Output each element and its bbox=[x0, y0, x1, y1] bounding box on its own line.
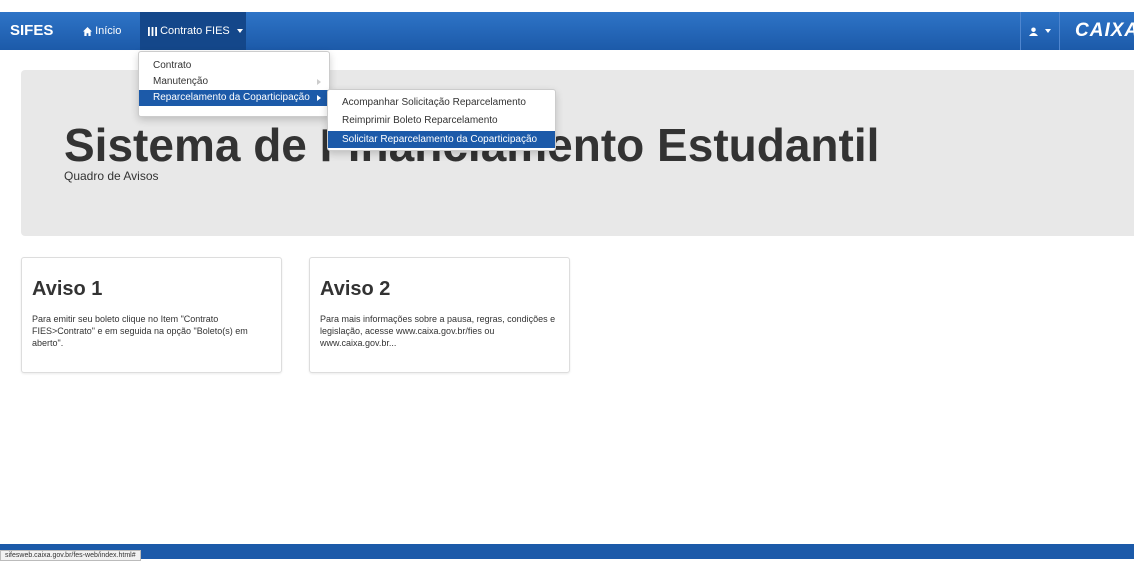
caixa-logo: CAIXA bbox=[1075, 20, 1134, 41]
user-menu[interactable] bbox=[1020, 12, 1060, 50]
dropdown-item-manutencao[interactable]: Manutenção bbox=[139, 74, 329, 90]
submenu-item-solicitar[interactable]: Solicitar Reparcelamento da Coparticipaç… bbox=[328, 131, 555, 148]
nav-home-label: Início bbox=[95, 25, 122, 37]
reparcelamento-submenu: Acompanhar Solicitação Reparcelamento Re… bbox=[327, 89, 556, 151]
submenu-item-acompanhar[interactable]: Acompanhar Solicitação Reparcelamento bbox=[328, 94, 555, 111]
notice-text: Para emitir seu boleto clique no Item "C… bbox=[32, 314, 248, 348]
top-navbar: SIFES Início Contrato FIES CAIXA bbox=[0, 12, 1134, 50]
submenu-item-label: Solicitar Reparcelamento da Coparticipaç… bbox=[342, 134, 538, 145]
submenu-item-label: Acompanhar Solicitação Reparcelamento bbox=[342, 97, 526, 108]
chevron-right-icon bbox=[317, 79, 321, 85]
browser-status-bar: sifesweb.caixa.gov.br/fes-web/index.html… bbox=[0, 550, 141, 561]
home-icon bbox=[83, 26, 92, 36]
dropdown-item-label: Reparcelamento da Coparticipação bbox=[153, 92, 310, 103]
submenu-item-label: Reimprimir Boleto Reparcelamento bbox=[342, 115, 498, 126]
bars-icon bbox=[148, 26, 157, 36]
chevron-right-icon bbox=[317, 95, 321, 101]
caret-down-icon bbox=[1045, 29, 1052, 34]
dropdown-item-label: Contrato bbox=[153, 60, 192, 71]
dropdown-item-label: Manutenção bbox=[153, 76, 209, 87]
notice-text: Para mais informações sobre a pausa, reg… bbox=[320, 314, 556, 348]
user-icon bbox=[1028, 27, 1038, 36]
caret-down-icon bbox=[236, 29, 243, 34]
submenu-item-reimprimir[interactable]: Reimprimir Boleto Reparcelamento bbox=[328, 112, 555, 129]
footer-bar bbox=[0, 544, 1134, 559]
dropdown-item-reparcelamento[interactable]: Reparcelamento da Coparticipação bbox=[139, 90, 329, 106]
notice-title: Aviso 2 bbox=[320, 278, 391, 300]
contrato-dropdown: Contrato Manutenção Reparcelamento da Co… bbox=[138, 51, 330, 117]
notice-title: Aviso 1 bbox=[32, 278, 103, 300]
brand-link[interactable]: SIFES bbox=[10, 12, 53, 50]
nav-home[interactable]: Início bbox=[76, 12, 128, 50]
notice-card-2: Aviso 2 Para mais informações sobre a pa… bbox=[309, 257, 570, 373]
nav-contrato-fies[interactable]: Contrato FIES bbox=[140, 12, 246, 50]
nav-contrato-label: Contrato FIES bbox=[160, 25, 230, 37]
page-subtitle: Quadro de Avisos bbox=[64, 169, 159, 183]
notice-card-1: Aviso 1 Para emitir seu boleto clique no… bbox=[21, 257, 282, 373]
dropdown-item-contrato[interactable]: Contrato bbox=[139, 58, 329, 74]
